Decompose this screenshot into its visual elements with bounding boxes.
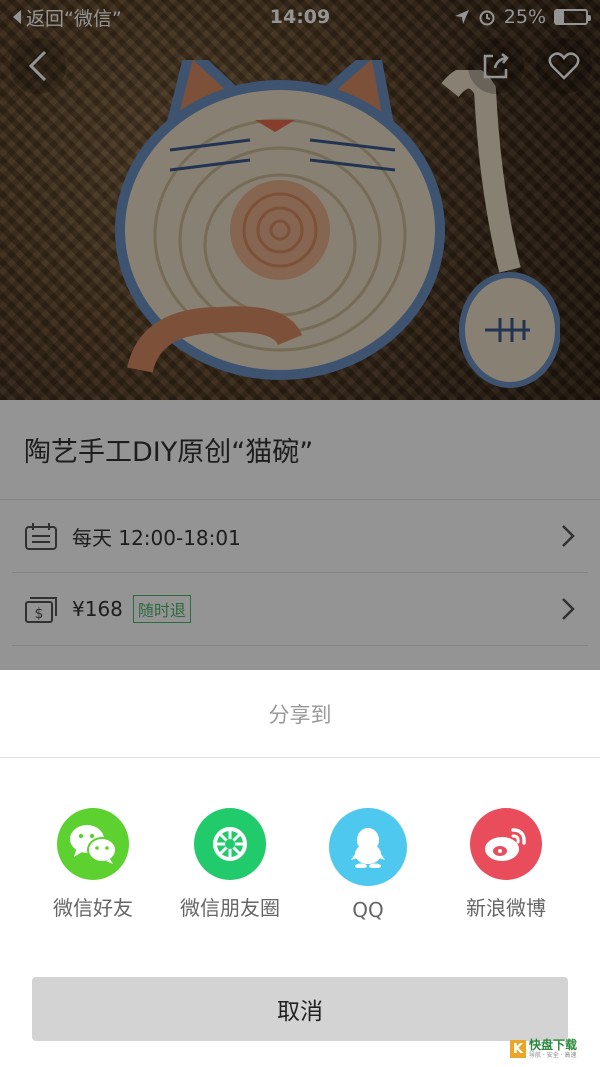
- wechat-icon: [57, 808, 129, 880]
- watermark: K 快盘下载 导航 · 安全 · 高速: [510, 1035, 596, 1063]
- weibo-icon: [470, 808, 542, 880]
- share-label: 微信朋友圈: [180, 896, 280, 920]
- share-wechat-moments[interactable]: 微信朋友圈: [160, 808, 300, 921]
- share-sheet-title: 分享到: [0, 670, 600, 758]
- share-wechat-friend[interactable]: 微信好友: [23, 808, 163, 921]
- share-sheet: 分享到 微信好友 微信朋友圈 QQ 新浪微博 取消: [0, 670, 600, 1067]
- share-label: QQ: [352, 898, 384, 922]
- qq-icon: [329, 808, 407, 886]
- share-label: 微信好友: [53, 896, 133, 920]
- watermark-brand: 快盘下载: [529, 1038, 578, 1052]
- dim-overlay[interactable]: [0, 0, 600, 670]
- cancel-button[interactable]: 取消: [32, 977, 568, 1041]
- watermark-tagline: 导航 · 安全 · 高速: [529, 1052, 577, 1059]
- moments-icon: [194, 808, 266, 880]
- share-options: 微信好友 微信朋友圈 QQ 新浪微博: [0, 808, 600, 928]
- watermark-logo: K: [510, 1040, 526, 1058]
- share-qq[interactable]: QQ: [298, 808, 438, 922]
- share-label: 新浪微博: [466, 896, 546, 920]
- share-weibo[interactable]: 新浪微博: [436, 808, 576, 921]
